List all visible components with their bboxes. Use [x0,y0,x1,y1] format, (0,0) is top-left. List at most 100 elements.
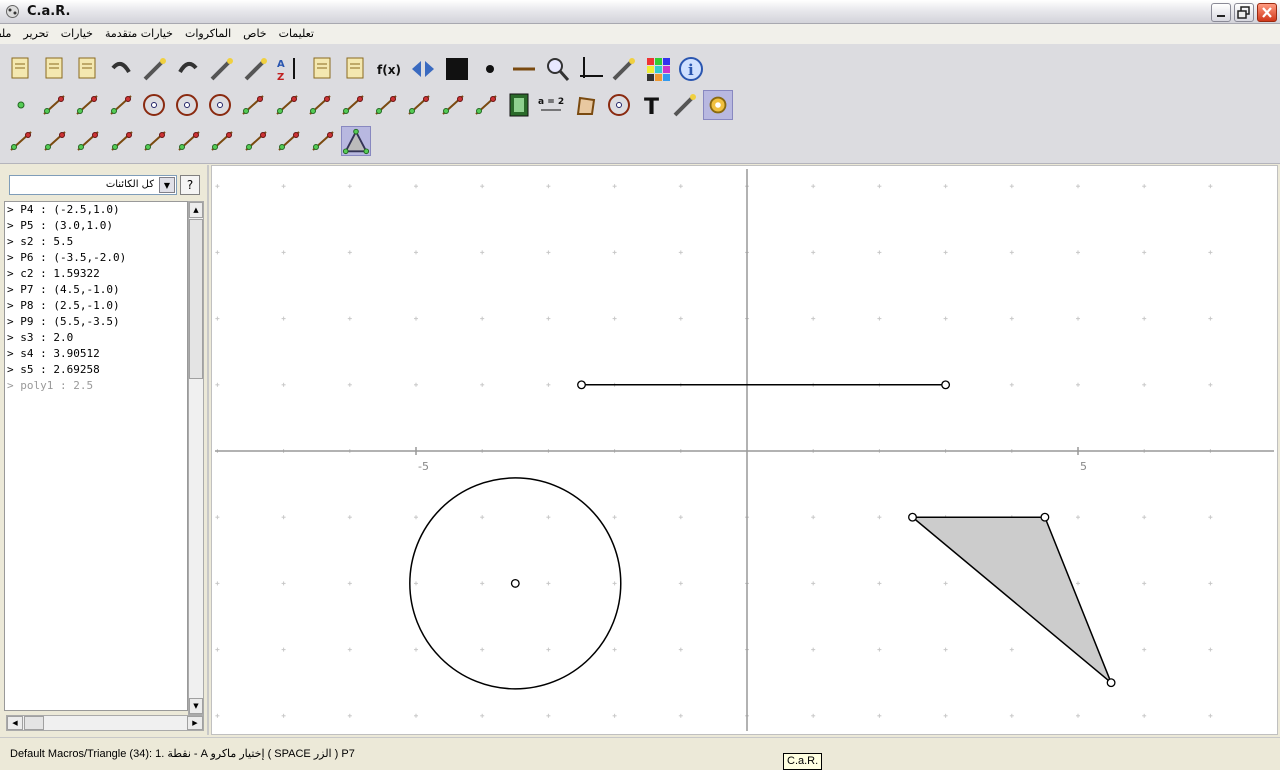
point[interactable] [1040,512,1050,522]
menu-item-1[interactable]: تحرير [17,24,54,44]
list-item[interactable]: > s3 : 2.0 [5,330,187,346]
new-file-button[interactable] [6,54,36,84]
macro-2-button[interactable] [40,126,70,156]
list-item[interactable]: > poly1 : 2.5 [5,378,187,394]
mirror-arrows-button[interactable] [408,54,438,84]
wand-tool-button[interactable] [670,90,700,120]
list-item[interactable]: > P6 : (-3.5,-2.0) [5,250,187,266]
point[interactable] [941,380,951,390]
list-item[interactable]: > c2 : 1.59322 [5,266,187,282]
scroll-thumb[interactable] [189,219,203,379]
vertical-scrollbar[interactable]: ▲ ▼ [188,201,204,715]
midpoint-tool-button[interactable] [305,90,335,120]
save-file-button[interactable] [73,54,103,84]
menu-item-6[interactable]: تعليمات [273,24,320,44]
black-square-button[interactable] [442,54,472,84]
macro-6-button[interactable] [174,126,204,156]
clipboard-button[interactable] [341,54,371,84]
magic-wand-button[interactable] [609,54,639,84]
macro-5-button[interactable] [140,126,170,156]
axes-button[interactable] [576,54,606,84]
point[interactable] [510,578,520,588]
vector-tool-button[interactable] [404,90,434,120]
point[interactable] [908,512,917,522]
polygon-tool-button[interactable] [570,90,600,120]
macro-9-button[interactable] [274,126,304,156]
gear-macro-button[interactable] [703,90,733,120]
expression-button[interactable]: a = 2 [537,90,567,120]
grid-cross [215,382,220,387]
horizontal-scrollbar[interactable]: ◀ ▶ [6,715,204,731]
info-button[interactable]: i [676,54,706,84]
line-style-button[interactable] [509,54,539,84]
list-item[interactable]: > P9 : (5.5,-3.5) [5,314,187,330]
redo-button[interactable] [174,54,204,84]
list-item[interactable]: > s5 : 2.69258 [5,362,187,378]
list-item[interactable]: > P5 : (3.0,1.0) [5,218,187,234]
menu-item-3[interactable]: خيارات متقدمة [99,24,179,44]
parallel-tool-button[interactable] [238,90,268,120]
function-button[interactable]: f(x) [375,54,405,84]
point-tool-button[interactable] [6,90,36,120]
list-item[interactable]: > P7 : (4.5,-1.0) [5,282,187,298]
zoom-button[interactable] [542,54,572,84]
scroll-down-icon[interactable]: ▼ [189,698,203,714]
circle-points-button[interactable] [604,90,634,120]
grid-cross [414,250,418,255]
restore-button[interactable] [1234,3,1254,22]
circle-two-tool-button[interactable] [172,90,202,120]
macro-8-button[interactable] [241,126,271,156]
line-tool-button[interactable] [39,90,69,120]
sort-az-button[interactable]: AZ [274,54,304,84]
close-button[interactable] [1257,3,1277,22]
segment-tool-button[interactable] [106,90,136,120]
scroll-up-icon[interactable]: ▲ [189,202,203,218]
menu-item-4[interactable]: الماكروات [179,24,237,44]
circle-fixed-tool-button[interactable] [205,90,235,120]
arc-tool-button[interactable] [438,90,468,120]
undo-button[interactable] [107,54,137,84]
delete-button[interactable] [140,54,170,84]
object-filter-select[interactable]: كل الكائنات ▼ [9,175,177,195]
hscroll-thumb[interactable] [24,716,44,730]
color-grid-button[interactable] [643,54,673,84]
list-item[interactable]: > s4 : 3.90512 [5,346,187,362]
list-item[interactable]: > P8 : (2.5,-1.0) [5,298,187,314]
perpendicular-tool-button[interactable] [272,90,302,120]
menu-item-5[interactable]: خاص [237,24,272,44]
angle-tool-button[interactable] [371,90,401,120]
macro-triangle-button[interactable] [341,126,371,156]
menu-item-0[interactable]: ملف [0,24,17,44]
list-item[interactable]: > P4 : (-2.5,1.0) [5,202,187,218]
triangle-angle-button[interactable] [338,90,368,120]
object-list[interactable]: > P4 : (-2.5,1.0) > P5 : (3.0,1.0) > s2 : … [4,201,188,711]
macro-7-button[interactable] [207,126,237,156]
triangle-poly1[interactable] [910,516,1112,684]
macro-1-button[interactable] [6,126,36,156]
help-button[interactable]: ? [180,175,200,195]
minimize-button[interactable] [1211,3,1231,22]
curve-tool-button[interactable] [471,90,501,120]
geometry-svg[interactable]: -5 5 [212,166,1277,734]
macro-4-button[interactable] [107,126,137,156]
chevron-down-icon[interactable]: ▼ [159,177,175,193]
grid-cross [1142,316,1147,321]
ray-tool-button[interactable] [72,90,102,120]
circle-tool-button[interactable] [139,90,169,120]
macro-3-button[interactable] [73,126,103,156]
point-style-button[interactable] [475,54,505,84]
eraser-button[interactable] [241,54,271,84]
wrench-button[interactable] [207,54,237,84]
text-tool-button[interactable]: T [637,90,667,120]
macro-10-button[interactable] [308,126,338,156]
scroll-left-icon[interactable]: ◀ [7,716,23,730]
point[interactable] [577,380,586,390]
point[interactable] [1106,678,1116,688]
open-file-button[interactable] [40,54,70,84]
list-item[interactable]: > s2 : 5.5 [5,234,187,250]
menu-item-2[interactable]: خيارات [55,24,99,44]
scroll-right-icon[interactable]: ▶ [187,716,203,730]
construction-canvas[interactable]: -5 5 [211,165,1278,735]
settings-file-button[interactable] [308,54,338,84]
film-button[interactable] [504,90,534,120]
